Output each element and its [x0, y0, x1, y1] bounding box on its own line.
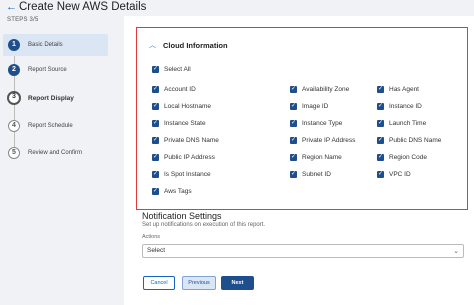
step-report-schedule[interactable]: 4 Report Schedule: [3, 115, 108, 137]
checkbox-checked-icon[interactable]: ✓: [377, 171, 384, 178]
checkbox-aws-tags[interactable]: ✓ Aws Tags: [152, 188, 192, 195]
checkbox-private-ip-address[interactable]: ✓ Private IP Address: [290, 137, 355, 144]
select-all-checkbox[interactable]: ✓ Select All: [152, 66, 191, 73]
checkbox-vpc-id[interactable]: ✓ VPC ID: [377, 171, 411, 178]
checkbox-label: Private DNS Name: [164, 137, 219, 144]
previous-button[interactable]: Previous: [182, 276, 216, 290]
notification-settings-title: Notification Settings: [142, 211, 222, 221]
checkbox-label: Region Code: [389, 154, 427, 161]
chevron-down-icon[interactable]: ⌄: [453, 247, 459, 255]
checkbox-subnet-id[interactable]: ✓ Subnet ID: [290, 171, 331, 178]
step-label: Report Schedule: [28, 123, 73, 129]
checkbox-label: Account ID: [164, 86, 196, 93]
checkbox-label: Aws Tags: [164, 188, 192, 195]
checkbox-checked-icon[interactable]: ✓: [152, 188, 159, 195]
checkbox-label: Subnet ID: [302, 171, 331, 178]
checkbox-checked-icon[interactable]: ✓: [377, 137, 384, 144]
checkbox-checked-icon[interactable]: ✓: [152, 171, 159, 178]
step-number: 2: [8, 64, 20, 76]
step-label: Review and Confirm: [28, 150, 83, 156]
checkbox-label: Region Name: [302, 154, 342, 161]
checkbox-label: Instance State: [164, 120, 206, 127]
checkbox-label: Private IP Address: [302, 137, 356, 144]
checkbox-public-ip-address[interactable]: ✓ Public IP Address: [152, 154, 215, 161]
checkbox-account-id[interactable]: ✓ Account ID: [152, 86, 196, 93]
checkbox-public-dns-name[interactable]: ✓ Public DNS Name: [377, 137, 441, 144]
checkbox-checked-icon[interactable]: ✓: [152, 66, 159, 73]
checkbox-instance-state[interactable]: ✓ Instance State: [152, 120, 206, 127]
checkbox-label: Has Agent: [389, 86, 419, 93]
next-button[interactable]: Next: [221, 276, 254, 290]
checkbox-label: VPC ID: [389, 171, 411, 178]
steps-counter: STEPS 3/5: [7, 17, 39, 23]
cloud-information-section: ︿ Cloud Information ✓ Select All ✓ Accou…: [136, 27, 468, 210]
step-report-source[interactable]: 2 Report Source: [3, 59, 108, 81]
chevron-up-icon[interactable]: ︿: [149, 42, 157, 50]
checkbox-instance-type[interactable]: ✓ Instance Type: [290, 120, 342, 127]
checkbox-checked-icon[interactable]: ✓: [152, 120, 159, 127]
checkbox-image-id[interactable]: ✓ Image ID: [290, 103, 328, 110]
cancel-button[interactable]: Cancel: [143, 276, 175, 290]
checkbox-checked-icon[interactable]: ✓: [290, 171, 297, 178]
checkbox-availability-zone[interactable]: ✓ Availability Zone: [290, 86, 349, 93]
checkbox-checked-icon[interactable]: ✓: [152, 103, 159, 110]
actions-label: Actions: [142, 234, 161, 240]
header: ← Create New AWS Details: [0, 0, 474, 14]
checkbox-instance-id[interactable]: ✓ Instance ID: [377, 103, 422, 110]
checkbox-checked-icon[interactable]: ✓: [377, 120, 384, 127]
back-arrow-icon[interactable]: ←: [6, 1, 18, 13]
step-label: Report Source: [28, 67, 67, 73]
checkbox-label: Image ID: [302, 103, 329, 110]
page-title: Create New AWS Details: [19, 1, 147, 13]
checkbox-label: Select All: [164, 66, 191, 73]
step-number: 3: [7, 91, 21, 105]
step-review-confirm[interactable]: 5 Review and Confirm: [3, 142, 108, 164]
section-title: Cloud Information: [163, 41, 228, 50]
notification-settings-subtitle: Set up notifications on execution of thi…: [142, 222, 266, 228]
step-label: Report Display: [28, 94, 74, 102]
checkbox-label: Is Spot Instance: [164, 171, 211, 178]
step-number: 1: [8, 39, 20, 51]
checkbox-region-code[interactable]: ✓ Region Code: [377, 154, 427, 161]
checkbox-checked-icon[interactable]: ✓: [377, 154, 384, 161]
step-report-display[interactable]: 3 Report Display: [3, 87, 108, 109]
checkbox-private-dns-name[interactable]: ✓ Private DNS Name: [152, 137, 219, 144]
checkbox-checked-icon[interactable]: ✓: [152, 137, 159, 144]
checkbox-checked-icon[interactable]: ✓: [377, 86, 384, 93]
checkbox-checked-icon[interactable]: ✓: [290, 103, 297, 110]
checkbox-label: Instance Type: [302, 120, 343, 127]
checkbox-label: Launch Time: [389, 120, 427, 127]
checkbox-checked-icon[interactable]: ✓: [290, 137, 297, 144]
checkbox-checked-icon[interactable]: ✓: [152, 154, 159, 161]
checkbox-launch-time[interactable]: ✓ Launch Time: [377, 120, 426, 127]
checkbox-has-agent[interactable]: ✓ Has Agent: [377, 86, 419, 93]
checkbox-label: Instance ID: [389, 103, 422, 110]
step-number: 4: [8, 120, 20, 132]
cloud-information-header[interactable]: ︿ Cloud Information: [149, 41, 228, 50]
step-number: 5: [8, 147, 20, 159]
checkbox-checked-icon[interactable]: ✓: [290, 154, 297, 161]
checkbox-label: Public IP Address: [164, 154, 215, 161]
checkbox-checked-icon[interactable]: ✓: [152, 86, 159, 93]
checkbox-label: Availability Zone: [302, 86, 350, 93]
step-basic-details[interactable]: 1 Basic Details: [3, 34, 108, 56]
checkbox-local-hostname[interactable]: ✓ Local Hostname: [152, 103, 211, 110]
checkbox-label: Public DNS Name: [389, 137, 442, 144]
checkbox-is-spot-instance[interactable]: ✓ Is Spot Instance: [152, 171, 211, 178]
step-label: Basic Details: [28, 42, 63, 48]
actions-select-value: Select: [147, 247, 166, 254]
checkbox-label: Local Hostname: [164, 103, 211, 110]
checkbox-region-name[interactable]: ✓ Region Name: [290, 154, 342, 161]
checkbox-checked-icon[interactable]: ✓: [290, 120, 297, 127]
checkbox-checked-icon[interactable]: ✓: [377, 103, 384, 110]
actions-select[interactable]: Select ⌄: [142, 244, 464, 258]
checkbox-checked-icon[interactable]: ✓: [290, 86, 297, 93]
